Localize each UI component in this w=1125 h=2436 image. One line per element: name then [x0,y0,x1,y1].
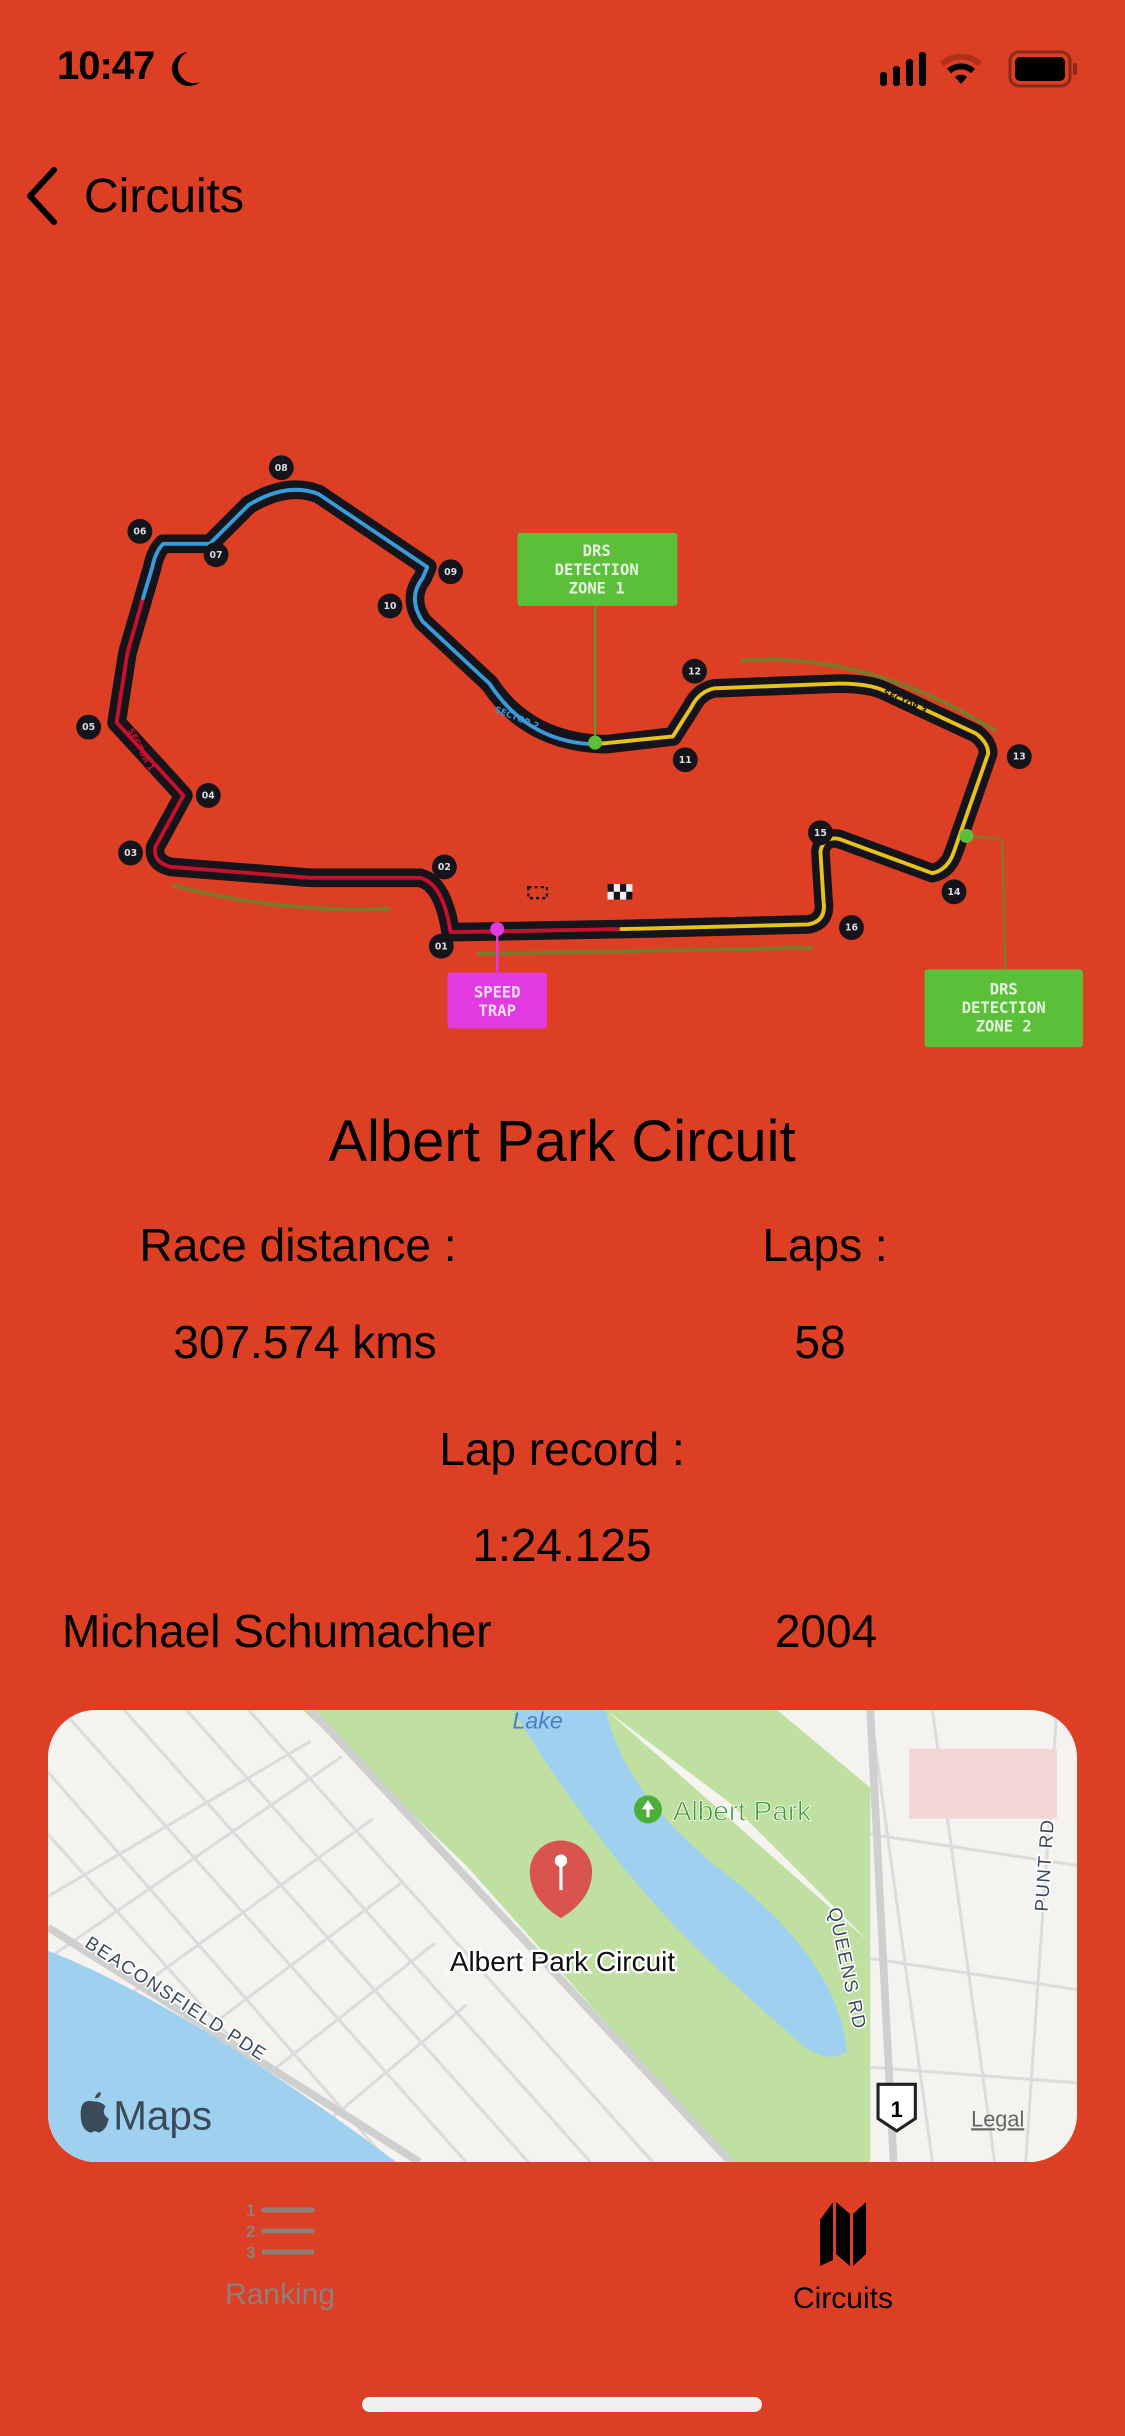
map-icon [820,2202,866,2266]
turn-number: 02 [438,862,451,873]
tab-ranking[interactable]: 1 2 3 Ranking [160,2200,400,2312]
turn-number: 15 [814,828,827,839]
pin-label: Albert Park Circuit [450,1946,676,1977]
drs-detection-zone-1: DRS DETECTION ZONE 1 [517,532,678,606]
ranked-list-icon: 1 2 3 [246,2201,315,2262]
turn-number: 01 [435,941,448,952]
svg-text:DETECTION: DETECTION [962,999,1046,1017]
lap-record-label: Lap record : [439,1423,685,1475]
svg-text:2: 2 [246,2222,255,2241]
speed-trap: SPEED TRAP [447,972,547,1029]
race-distance-label: Race distance : [139,1219,457,1271]
turn-number: 14 [948,887,961,898]
turn-number: 16 [845,923,858,934]
turn-number: 11 [679,755,692,766]
turn-number: 08 [275,463,288,474]
lap-record-driver: Michael Schumacher [62,1605,492,1657]
poi-label[interactable]: Albert Park [672,1795,812,1827]
legal-link[interactable]: Legal [971,2106,1024,2131]
turn-number: 03 [124,848,137,859]
svg-text:SPEED: SPEED [474,983,521,1001]
turn-number: 05 [82,722,95,733]
turn-number: 06 [133,526,146,537]
route-shield-icon: 1 [876,2082,917,2133]
start-flags [527,884,633,900]
drs-zone-line [476,945,814,956]
lap-record-time: 1:24.125 [472,1519,652,1571]
home-indicator[interactable] [362,2397,762,2412]
sector-2-line [141,487,598,747]
tab-circuits[interactable]: Circuits [723,2200,963,2316]
turn-number: 13 [1013,752,1026,763]
laps-value: 58 [794,1316,846,1368]
race-distance-value: 307.574 kms [173,1316,437,1368]
circuit-track-map: SECTOR 1 SECTOR 2 SECTOR 3 0102030405060… [76,455,1083,1048]
svg-text:DETECTION: DETECTION [555,561,639,579]
circuit-name: Albert Park Circuit [328,1109,796,1174]
laps-label: Laps : [762,1219,888,1271]
lap-record-year: 2004 [774,1605,878,1657]
svg-text:DRS: DRS [583,542,611,560]
drs-zone-line [172,883,391,912]
turn-number: 10 [384,601,397,612]
circuit-location-map[interactable]: Lake Albert Park Albert Park Circuit BEA… [48,1710,1077,2162]
tab-label: Ranking [224,2278,336,2311]
svg-text:Maps: Maps [113,2092,212,2138]
svg-text:3: 3 [246,2243,255,2262]
svg-text:ZONE 1: ZONE 1 [569,580,625,598]
drs-detection-zone-2: DRS DETECTION ZONE 2 [924,969,1083,1048]
svg-text:TRAP: TRAP [479,1002,516,1020]
svg-text:ZONE 2: ZONE 2 [976,1018,1032,1036]
svg-text:1: 1 [891,2097,903,2122]
turn-number: 12 [688,666,701,677]
lake-label: Lake [512,1710,563,1734]
turn-number: 04 [202,791,215,802]
svg-text:DRS: DRS [990,980,1018,998]
turn-number: 09 [444,567,457,578]
svg-text:1: 1 [246,2201,255,2220]
tab-label: Circuits [792,2282,893,2315]
turn-number: 07 [210,550,223,561]
